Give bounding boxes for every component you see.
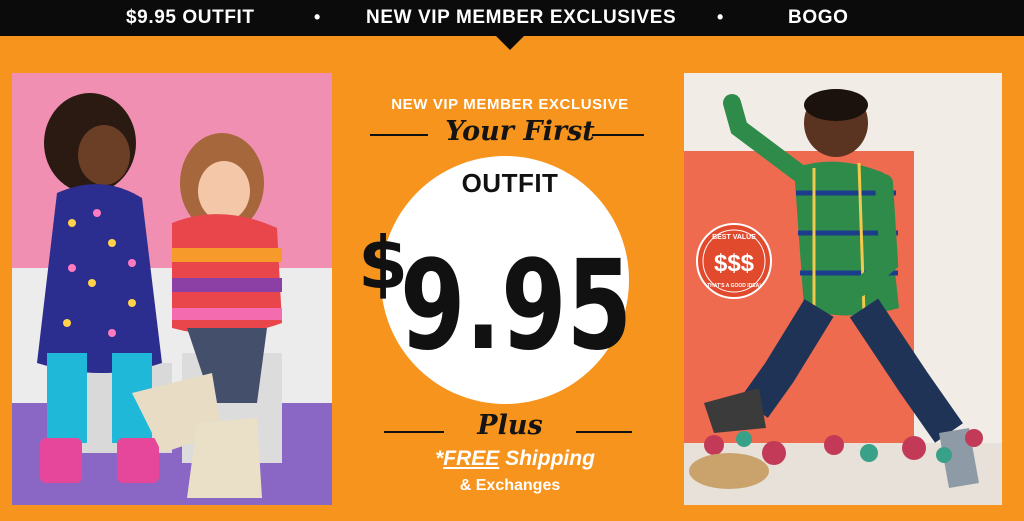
nav-separator: • <box>717 7 724 27</box>
promo-kicker: NEW VIP MEMBER EXCLUSIVE <box>391 96 629 113</box>
nav-item-bogo[interactable]: BOGO <box>788 0 848 36</box>
two-girls-illustration <box>12 73 332 505</box>
price-value: 9.95 <box>400 234 632 360</box>
free-shipping-line: *FREE Shipping <box>400 447 630 471</box>
jumping-boy-illustration: BEST VALUE $$$ THAT'S A GOOD IDEA! <box>684 73 1002 505</box>
price-display: $ 9.95 <box>358 221 632 360</box>
plus-label: Plus <box>477 410 543 441</box>
promo-headline: Your First <box>445 116 595 147</box>
active-nav-pointer <box>494 34 526 50</box>
badge-top-text: BEST VALUE <box>712 234 756 241</box>
badge-symbol-text: $$$ <box>714 250 755 277</box>
exchanges-text: & Exchanges <box>459 477 561 494</box>
left-product-photo[interactable] <box>12 73 332 505</box>
outfit-label: OUTFIT <box>461 168 559 198</box>
nav-separator: • <box>314 7 321 27</box>
nav-item-9-95-outfit[interactable]: $9.95 OUTFIT <box>126 0 255 36</box>
free-shipping-link[interactable]: FREE <box>443 447 499 470</box>
shipping-text: Shipping <box>499 447 595 470</box>
top-promo-nav: $9.95 OUTFIT • NEW VIP MEMBER EXCLUSIVES… <box>0 0 1024 36</box>
right-product-photo[interactable]: BEST VALUE $$$ THAT'S A GOOD IDEA! <box>684 73 1002 505</box>
nav-item-vip-exclusives[interactable]: NEW VIP MEMBER EXCLUSIVES <box>366 0 676 36</box>
divider-line <box>592 134 644 136</box>
divider-line <box>576 431 632 433</box>
badge-bottom-text: THAT'S A GOOD IDEA! <box>707 283 761 289</box>
